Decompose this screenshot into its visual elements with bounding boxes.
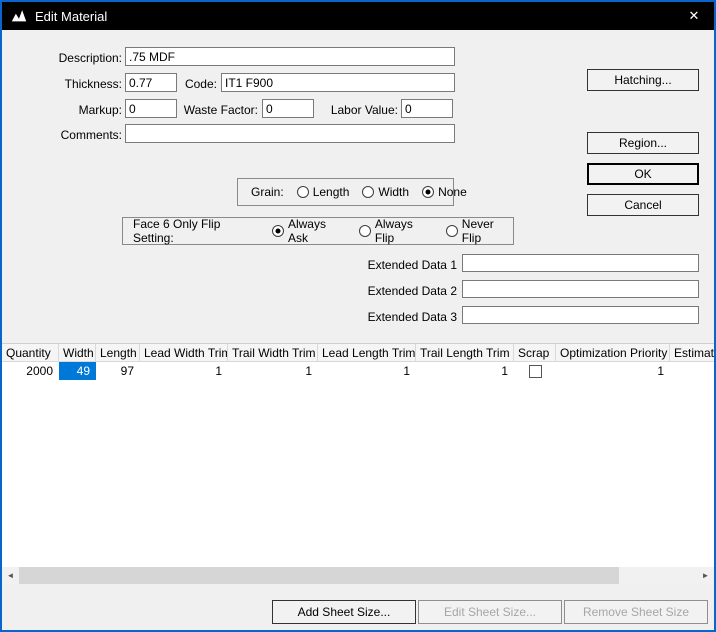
titlebar: Edit Material ✕ xyxy=(2,2,714,30)
face6-option-never-flip[interactable]: Never Flip xyxy=(445,217,513,245)
scrollbar-track[interactable] xyxy=(19,567,697,584)
extended-data-2-input[interactable] xyxy=(462,280,699,298)
cell-width-selected[interactable]: 49 xyxy=(59,362,96,380)
scrap-checkbox[interactable] xyxy=(528,365,542,379)
radio-icon xyxy=(445,225,458,237)
comments-input[interactable] xyxy=(125,124,455,143)
remove-sheet-size-button: Remove Sheet Size xyxy=(564,600,708,624)
hatching-button[interactable]: Hatching... xyxy=(587,69,699,91)
column-header-lead-length-trim[interactable]: Lead Length Trim xyxy=(318,344,416,362)
cell-lead-length-trim[interactable]: 1 xyxy=(318,362,416,380)
radio-icon xyxy=(358,225,371,237)
extended-data-1-label: Extended Data 1 xyxy=(367,258,457,272)
table-header-row: Quantity Width Length Lead Width Trim Tr… xyxy=(2,344,714,362)
description-label: Description: xyxy=(58,51,122,65)
region-button[interactable]: Region... xyxy=(587,132,699,154)
cancel-button[interactable]: Cancel xyxy=(587,194,699,216)
radio-icon xyxy=(362,186,375,198)
column-header-trail-length-trim[interactable]: Trail Length Trim xyxy=(416,344,514,362)
face6-option-never-flip-label: Never Flip xyxy=(461,217,494,245)
edit-sheet-size-button: Edit Sheet Size... xyxy=(418,600,562,624)
face6-option-always-flip-label: Always Flip xyxy=(374,217,413,245)
horizontal-scrollbar[interactable]: ◄ ► xyxy=(2,567,714,584)
close-icon[interactable]: ✕ xyxy=(682,5,706,27)
radio-icon xyxy=(271,225,284,237)
grain-option-length[interactable]: Length xyxy=(296,185,350,199)
window-title: Edit Material xyxy=(35,8,108,24)
face6-option-always-ask[interactable]: Always Ask xyxy=(271,217,345,245)
column-header-estimated[interactable]: Estimat xyxy=(670,344,714,362)
cell-quantity[interactable]: 2000 xyxy=(2,362,59,380)
sheet-size-table: Quantity Width Length Lead Width Trim Tr… xyxy=(2,343,714,584)
column-header-width[interactable]: Width xyxy=(59,344,96,362)
cell-length[interactable]: 97 xyxy=(96,362,140,380)
code-label: Code: xyxy=(184,77,217,91)
comments-label: Comments: xyxy=(60,128,122,142)
grain-option-width-label: Width xyxy=(378,185,410,199)
edit-material-dialog: Edit Material ✕ Description: Thickness: … xyxy=(0,0,716,632)
cell-lead-width-trim[interactable]: 1 xyxy=(140,362,228,380)
ok-button[interactable]: OK xyxy=(587,163,699,185)
thickness-label: Thickness: xyxy=(64,77,122,91)
grain-label: Grain: xyxy=(251,185,284,199)
table-row[interactable]: 2000 49 97 1 1 1 1 1 xyxy=(2,362,714,380)
cell-scrap[interactable] xyxy=(514,362,556,380)
code-input[interactable] xyxy=(221,73,455,92)
column-header-optimization-priority[interactable]: Optimization Priority xyxy=(556,344,670,362)
column-header-scrap[interactable]: Scrap xyxy=(514,344,556,362)
column-header-length[interactable]: Length xyxy=(96,344,140,362)
face6-label: Face 6 Only Flip Setting: xyxy=(133,217,221,245)
cell-estimated[interactable] xyxy=(670,362,714,380)
app-icon xyxy=(10,7,28,25)
face6-option-always-flip[interactable]: Always Flip xyxy=(358,217,432,245)
column-header-lead-width-trim[interactable]: Lead Width Trim xyxy=(140,344,228,362)
labor-value-input[interactable] xyxy=(401,99,453,118)
grain-option-length-label: Length xyxy=(312,185,350,199)
markup-input[interactable] xyxy=(125,99,177,118)
cell-trail-width-trim[interactable]: 1 xyxy=(228,362,318,380)
waste-factor-input[interactable] xyxy=(262,99,314,118)
radio-icon xyxy=(296,186,309,198)
markup-label: Markup: xyxy=(78,103,122,117)
grain-option-width[interactable]: Width xyxy=(362,185,409,199)
cell-trail-length-trim[interactable]: 1 xyxy=(416,362,514,380)
extended-data-3-label: Extended Data 3 xyxy=(367,310,457,324)
column-header-quantity[interactable]: Quantity xyxy=(2,344,59,362)
column-header-trail-width-trim[interactable]: Trail Width Trim xyxy=(228,344,318,362)
labor-value-label: Labor Value: xyxy=(330,103,398,117)
cell-optimization-priority[interactable]: 1 xyxy=(556,362,670,380)
face6-option-always-ask-label: Always Ask xyxy=(287,217,326,245)
waste-factor-label: Waste Factor: xyxy=(183,103,258,117)
description-input[interactable] xyxy=(125,47,455,66)
extended-data-1-input[interactable] xyxy=(462,254,699,272)
extended-data-3-input[interactable] xyxy=(462,306,699,324)
grain-option-none-label: None xyxy=(438,185,467,199)
face6-groupbox: Face 6 Only Flip Setting: Always Ask Alw… xyxy=(122,217,514,245)
scrollbar-right-arrow-icon[interactable]: ► xyxy=(697,567,714,584)
grain-groupbox: Grain: Length Width None xyxy=(237,178,467,206)
add-sheet-size-button[interactable]: Add Sheet Size... xyxy=(272,600,416,624)
scrollbar-left-arrow-icon[interactable]: ◄ xyxy=(2,567,19,584)
grain-option-none[interactable]: None xyxy=(422,185,467,199)
extended-data-2-label: Extended Data 2 xyxy=(367,284,457,298)
scrollbar-thumb[interactable] xyxy=(19,567,619,584)
radio-icon xyxy=(422,186,435,198)
